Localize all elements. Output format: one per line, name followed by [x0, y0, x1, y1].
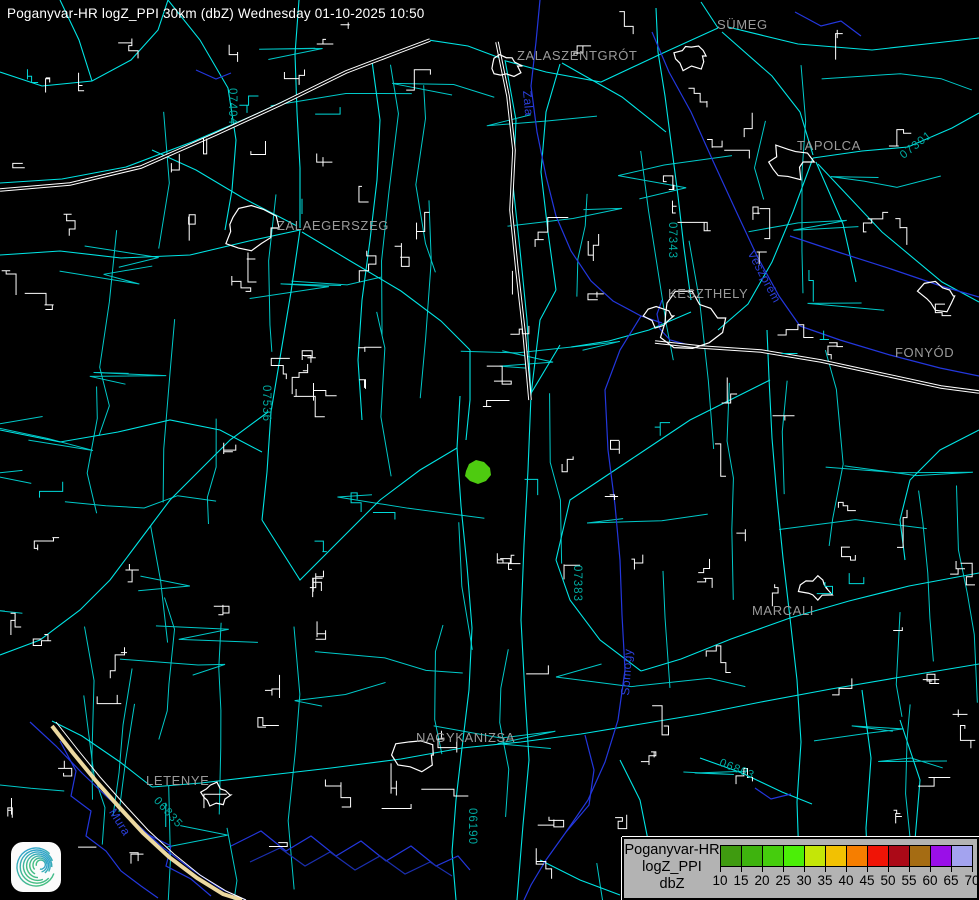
radar-map-canvas: [0, 0, 979, 900]
city-label: SÜMEG: [717, 17, 768, 32]
dbz-color-cell: [825, 845, 847, 867]
dbz-tick: [888, 867, 889, 872]
road-number-label: 07404: [226, 88, 238, 125]
city-label: LETENYE: [146, 773, 209, 788]
dbz-color-cell: [909, 845, 931, 867]
city-label: FONYÓD: [895, 345, 954, 360]
dbz-tick: [762, 867, 763, 872]
city-label: TAPOLCA: [797, 138, 861, 153]
dbz-color-cell: [846, 845, 868, 867]
dbz-tick: [825, 867, 826, 872]
dbz-color-cell: [720, 845, 742, 867]
dbz-color-cell: [804, 845, 826, 867]
dbz-tick: [930, 867, 931, 872]
road-number-label: 07343: [666, 222, 678, 259]
radar-echo: [465, 460, 491, 484]
dbz-color-cell: [741, 845, 763, 867]
dbz-color-cell: [951, 845, 973, 867]
area-name-label: Zala: [520, 90, 536, 116]
dbz-color-cell: [867, 845, 889, 867]
dbz-tick: [804, 867, 805, 872]
road-number-label: 07536: [260, 385, 272, 422]
dbz-color-cell: [888, 845, 910, 867]
city-label: MARCALI: [752, 603, 814, 618]
dbz-tick: [783, 867, 784, 872]
dbz-tick: [972, 867, 973, 872]
city-label: ZALASZENTGRÓT: [517, 48, 637, 63]
dbz-colorbar: [720, 845, 973, 867]
city-label: ZALAEGERSZEG: [277, 218, 389, 233]
dbz-tick: [867, 867, 868, 872]
road-number-label: 06190: [466, 808, 478, 845]
legend-line-1: Poganyvar-HR: [624, 842, 720, 859]
dbz-tick: [741, 867, 742, 872]
dbz-color-cell: [930, 845, 952, 867]
spiral-icon: [10, 840, 62, 894]
met-spiral-logo: [10, 840, 62, 894]
dbz-tick: [909, 867, 910, 872]
road-number-label: 07383: [571, 565, 583, 602]
radar-viewer: Poganyvar-HR logZ_PPI 30km (dbZ) Wednesd…: [0, 0, 979, 900]
dbz-tick: [846, 867, 847, 872]
dbz-tick: [720, 867, 721, 872]
dbz-tick-label: 70: [958, 873, 979, 888]
dbz-tick: [951, 867, 952, 872]
city-label: KESZTHELY: [668, 286, 748, 301]
dbz-color-cell: [783, 845, 805, 867]
dbz-color-cell: [762, 845, 784, 867]
radar-title: Poganyvar-HR logZ_PPI 30km (dbZ) Wednesd…: [7, 6, 425, 21]
city-label: NAGYKANIZSA: [416, 730, 515, 745]
legend-panel: Poganyvar-HR logZ_PPI dbZ 10152025303540…: [622, 837, 979, 900]
